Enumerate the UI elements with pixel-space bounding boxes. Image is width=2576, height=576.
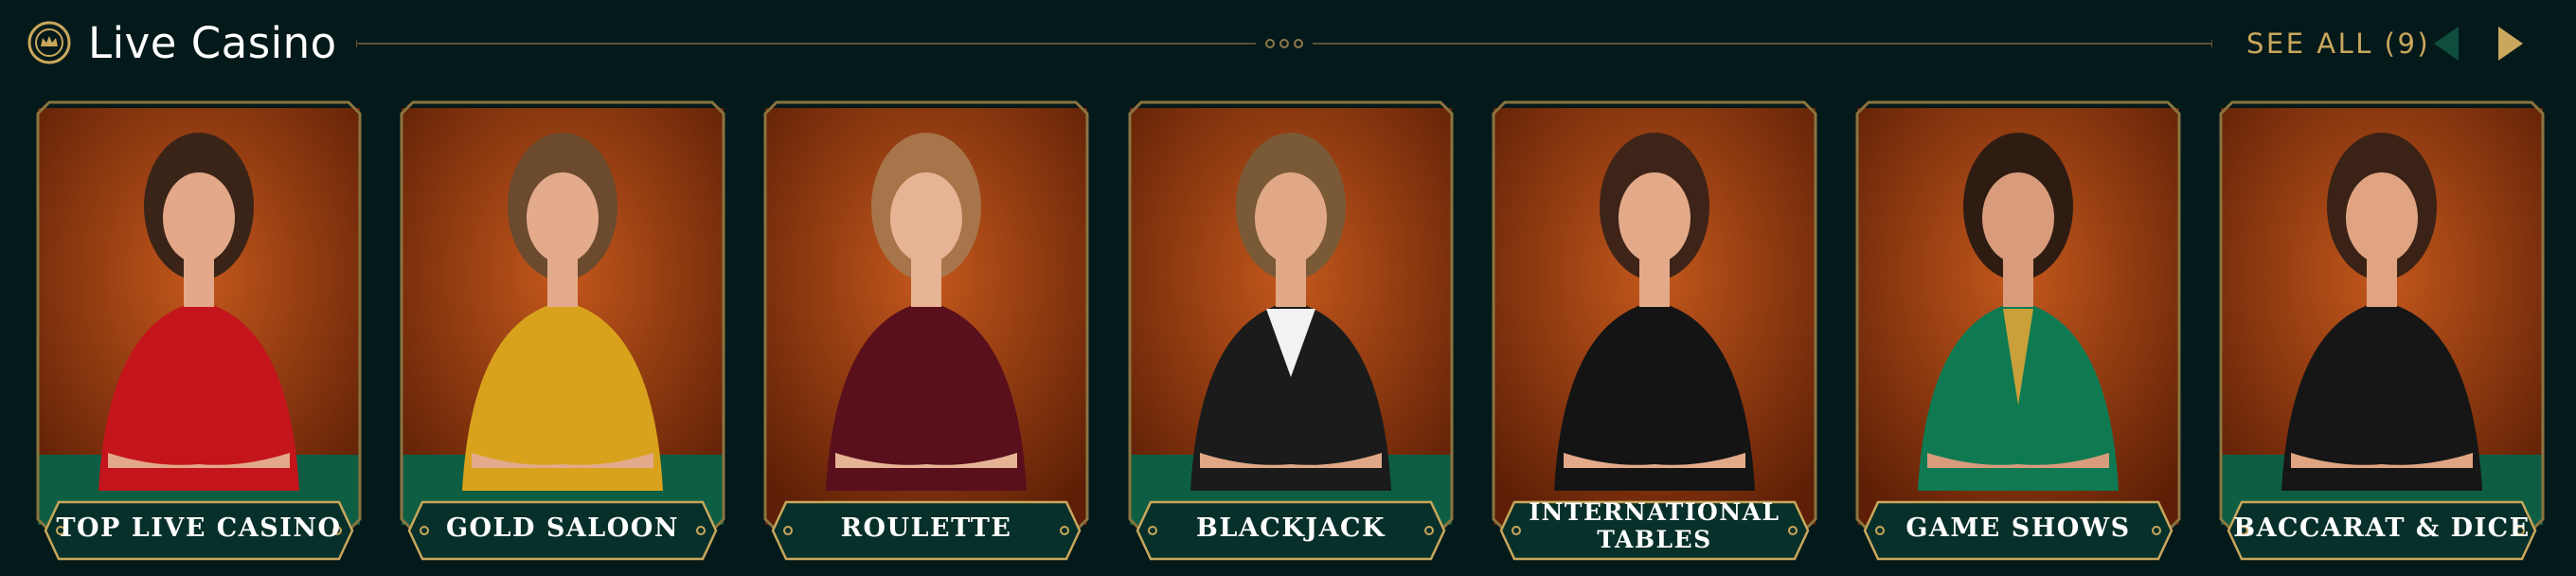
dealer-face [527, 172, 599, 263]
card-label: INTERNATIONAL TABLES [1488, 498, 1821, 553]
game-card[interactable]: ROULETTE [760, 93, 1093, 567]
dealer-face [890, 172, 962, 263]
card-label: BACCARAT & DICE [2215, 515, 2549, 542]
game-card[interactable]: BACCARAT & DICE [2215, 93, 2549, 567]
card-artwork [763, 100, 1089, 561]
game-card[interactable]: TOP LIVE CASINO [32, 93, 366, 567]
game-category-carousel: TOP LIVE CASINO GOLD SALOON ROULETTE BLACKJ… [0, 0, 2576, 576]
dealer-face [1982, 172, 2054, 263]
dealer-face [163, 172, 235, 263]
card-label-line: GOLD SALOON [445, 513, 680, 543]
card-label: TOP LIVE CASINO [32, 515, 366, 542]
card-label-line: TABLES [1597, 526, 1712, 553]
card-label: BLACKJACK [1124, 515, 1458, 542]
dealer-face [1619, 172, 1690, 263]
card-artwork [2219, 100, 2545, 561]
card-label: GOLD SALOON [396, 515, 729, 542]
card-label-line: BACCARAT & DICE [2233, 513, 2531, 543]
card-artwork [1128, 100, 1454, 561]
card-label-line: BLACKJACK [1196, 513, 1386, 543]
card-artwork [400, 100, 725, 561]
game-card[interactable]: INTERNATIONAL TABLES [1488, 93, 1821, 567]
dealer-face [2346, 172, 2418, 263]
card-label: GAME SHOWS [1852, 515, 2185, 542]
game-card[interactable]: GAME SHOWS [1852, 93, 2185, 567]
game-card[interactable]: BLACKJACK [1124, 93, 1458, 567]
card-label: ROULETTE [760, 515, 1093, 542]
card-artwork [36, 100, 362, 561]
card-label-line: INTERNATIONAL [1529, 498, 1780, 526]
card-label-line: TOP LIVE CASINO [56, 513, 342, 543]
card-label-line: GAME SHOWS [1905, 513, 2131, 543]
game-card[interactable]: GOLD SALOON [396, 93, 729, 567]
card-label-line: ROULETTE [840, 513, 1012, 543]
card-artwork [1855, 100, 2181, 561]
card-artwork [1492, 100, 1817, 561]
dealer-face [1255, 172, 1327, 263]
